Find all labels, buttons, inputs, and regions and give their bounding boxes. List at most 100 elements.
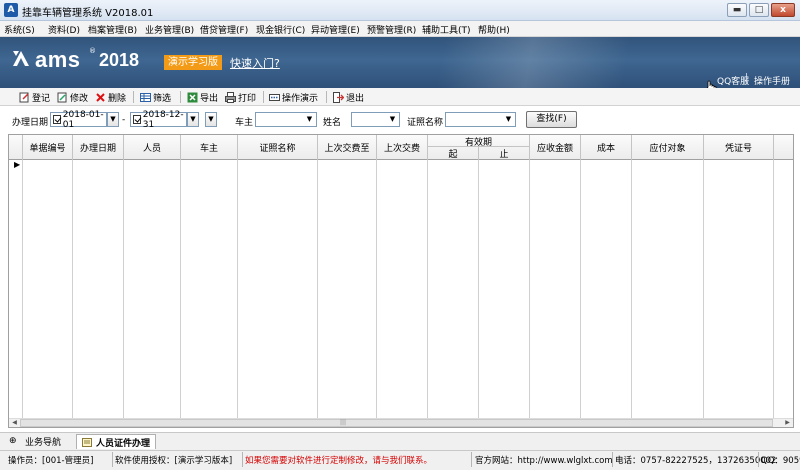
status-custom-notice: 如果您需要对软件进行定制修改，请与我们联系。 <box>245 456 433 466</box>
date-from-input[interactable]: 2018-01-01 <box>50 110 107 130</box>
print-button[interactable]: 打印 <box>225 90 256 104</box>
register-label: 登记 <box>32 93 51 104</box>
grid-line <box>22 160 23 418</box>
current-row-indicator-icon: ▶ <box>14 160 21 169</box>
menu-archives[interactable]: 档案管理(B) <box>88 23 137 36</box>
grid-corner <box>9 135 23 160</box>
date-from-checkbox[interactable] <box>53 115 61 124</box>
menu-tools[interactable]: 辅助工具(T) <box>422 23 471 36</box>
window-title: 挂靠车辆管理系统 V2018.01 <box>22 8 154 19</box>
grid-line <box>427 160 428 418</box>
grid-line <box>237 160 238 418</box>
col-header-person[interactable]: 人员 <box>124 135 181 160</box>
cert-select[interactable]: ▼ <box>445 112 516 127</box>
menu-system[interactable]: 系统(S) <box>4 23 35 36</box>
grid-line <box>529 160 530 418</box>
date-separator: - <box>122 115 126 125</box>
delete-label: 删除 <box>108 93 127 104</box>
register-icon <box>19 92 30 103</box>
grid-line <box>317 160 318 418</box>
close-button[interactable]: x <box>771 3 795 17</box>
exit-button[interactable]: 退出 <box>333 90 364 104</box>
menu-data[interactable]: 资料(D) <box>48 23 80 36</box>
menu-help[interactable]: 帮助(H) <box>478 23 510 36</box>
col-header-validity-start[interactable]: 起 <box>428 147 479 160</box>
demo-button[interactable]: 操作演示 <box>269 90 318 104</box>
app-icon: A <box>4 3 18 17</box>
status-separator <box>242 452 243 467</box>
logo-year: 2018 <box>99 50 140 70</box>
exit-label: 退出 <box>346 93 365 104</box>
minimize-button[interactable]: ▬ <box>727 3 747 17</box>
date-range-dropdown[interactable]: ▼ <box>205 112 217 127</box>
col-header-voucher-no[interactable]: 凭证号 <box>704 135 774 160</box>
logo-text: ams <box>35 47 81 72</box>
demo-label: 操作演示 <box>282 93 319 104</box>
col-header-owner[interactable]: 车主 <box>181 135 238 160</box>
status-website[interactable]: 官方网站：http://www.wlglxt.com <box>475 454 613 466</box>
date-to-dropdown[interactable]: ▼ <box>187 112 199 127</box>
delete-icon <box>95 92 106 103</box>
grid-line <box>180 160 181 418</box>
edit-button[interactable]: 修改 <box>57 90 88 104</box>
col-header-receivable[interactable]: 应收金额 <box>530 135 581 160</box>
col-header-last-paid[interactable]: 上次交费 <box>377 135 428 160</box>
data-grid[interactable] <box>8 134 794 428</box>
status-qq: QQ：9059 <box>761 456 800 466</box>
grid-line <box>703 160 704 418</box>
date-label: 办理日期 <box>12 118 49 128</box>
menu-alerts[interactable]: 预警管理(R) <box>367 23 416 36</box>
filter-bar <box>0 106 800 134</box>
status-separator <box>471 452 472 467</box>
tab-business-nav[interactable]: 业务导航 <box>20 434 66 449</box>
quickstart-link[interactable]: 快速入门? <box>230 55 280 71</box>
grid-line <box>580 160 581 418</box>
manual-link[interactable]: 操作手册 <box>754 74 790 87</box>
export-button[interactable]: 导出 <box>187 90 218 104</box>
date-to-input[interactable]: 2018-12-31 <box>130 110 187 130</box>
chevron-down-icon: ▼ <box>306 115 313 123</box>
col-header-date[interactable]: 办理日期 <box>73 135 124 160</box>
date-from-dropdown[interactable]: ▼ <box>107 112 119 127</box>
banner-separator: | <box>745 73 749 83</box>
scroll-right-icon[interactable]: ▶ <box>782 418 793 427</box>
grid-line <box>72 160 73 418</box>
col-header-last-paid-to[interactable]: 上次交费至 <box>318 135 377 160</box>
tab-cert-processing[interactable]: 人员证件办理 <box>76 434 157 449</box>
menu-business[interactable]: 业务管理(B) <box>145 23 194 36</box>
print-icon <box>225 91 236 103</box>
delete-button[interactable]: 删除 <box>95 90 126 104</box>
col-header-cost[interactable]: 成本 <box>581 135 632 160</box>
owner-select[interactable]: ▼ <box>255 112 317 127</box>
menu-changes[interactable]: 异动管理(E) <box>311 23 360 36</box>
col-header-cert-name[interactable]: 证照名称 <box>238 135 318 160</box>
col-header-payee[interactable]: 应付对象 <box>632 135 704 160</box>
menu-cash-bank[interactable]: 现金银行(C) <box>256 23 305 36</box>
export-label: 导出 <box>200 93 219 104</box>
form-icon <box>82 437 92 447</box>
logo-registered-mark: ® <box>89 47 96 55</box>
col-header-validity-end[interactable]: 止 <box>479 147 530 160</box>
name-select[interactable]: ▼ <box>351 112 400 127</box>
scrollbar-thumb[interactable] <box>20 419 773 427</box>
find-button[interactable]: 查找(F) <box>526 111 577 128</box>
col-header-validity[interactable]: 有效期 <box>428 135 530 148</box>
exit-icon <box>333 91 345 103</box>
chevron-down-icon: ▼ <box>505 115 512 123</box>
status-license: 软件使用授权：[演示学习版本] <box>115 456 233 466</box>
menu-loans[interactable]: 借贷管理(F) <box>200 23 248 36</box>
pin-icon[interactable]: ⊕ <box>9 436 17 446</box>
scrollbar-grip: ||| <box>340 419 347 426</box>
filter-label: 筛选 <box>153 93 172 104</box>
maximize-button[interactable]: □ <box>749 3 769 17</box>
col-header-doc-no[interactable]: 单据编号 <box>23 135 73 160</box>
tab-business-nav-label: 业务导航 <box>25 438 62 448</box>
register-button[interactable]: 登记 <box>19 90 50 104</box>
toolbar: 登记 修改 删除 筛选 导出 打印 操作演示 退出 <box>0 88 800 106</box>
name-label: 姓名 <box>323 118 342 128</box>
status-separator <box>758 452 759 467</box>
filter-button[interactable]: 筛选 <box>140 90 171 104</box>
edit-icon <box>57 92 68 103</box>
scroll-left-icon[interactable]: ◀ <box>9 418 20 427</box>
date-to-checkbox[interactable] <box>133 115 141 124</box>
